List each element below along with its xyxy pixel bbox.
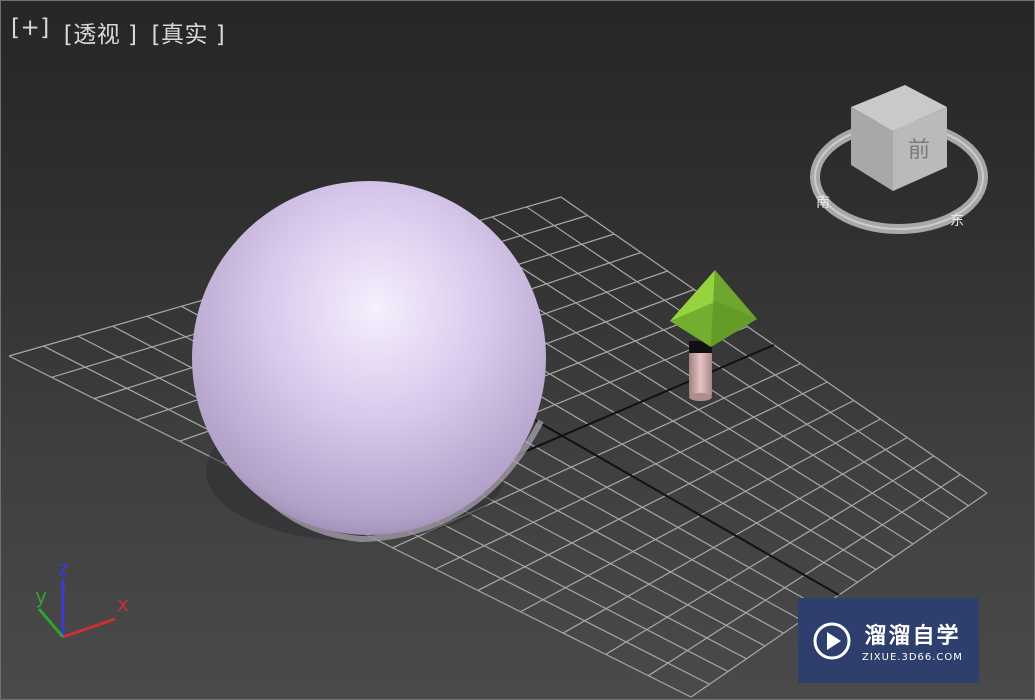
x-axis-label: x	[117, 592, 129, 616]
view-cube[interactable]: 前 南 东	[801, 79, 1001, 249]
play-logo-icon	[813, 622, 851, 659]
sphere-object[interactable]	[192, 181, 546, 535]
compass-label-south: 南	[816, 195, 830, 211]
view-cube-face-label: 前	[908, 138, 930, 163]
axis-tripod: z x y	[35, 557, 129, 639]
cylinder-object[interactable]	[689, 341, 712, 401]
z-axis-label: z	[58, 557, 69, 580]
y-axis-label: y	[35, 584, 47, 608]
watermark-subtitle: ZIXUE.3D66.COM	[862, 652, 963, 663]
perspective-viewport[interactable]: [+] [透视 ] [真实 ] z x y 前 南 东 溜溜自学 ZIXUE.3…	[0, 0, 1035, 700]
watermark-title: 溜溜自学	[864, 624, 961, 649]
watermark-badge: 溜溜自学 ZIXUE.3D66.COM	[798, 598, 979, 683]
compass-label-east: 东	[950, 213, 964, 229]
